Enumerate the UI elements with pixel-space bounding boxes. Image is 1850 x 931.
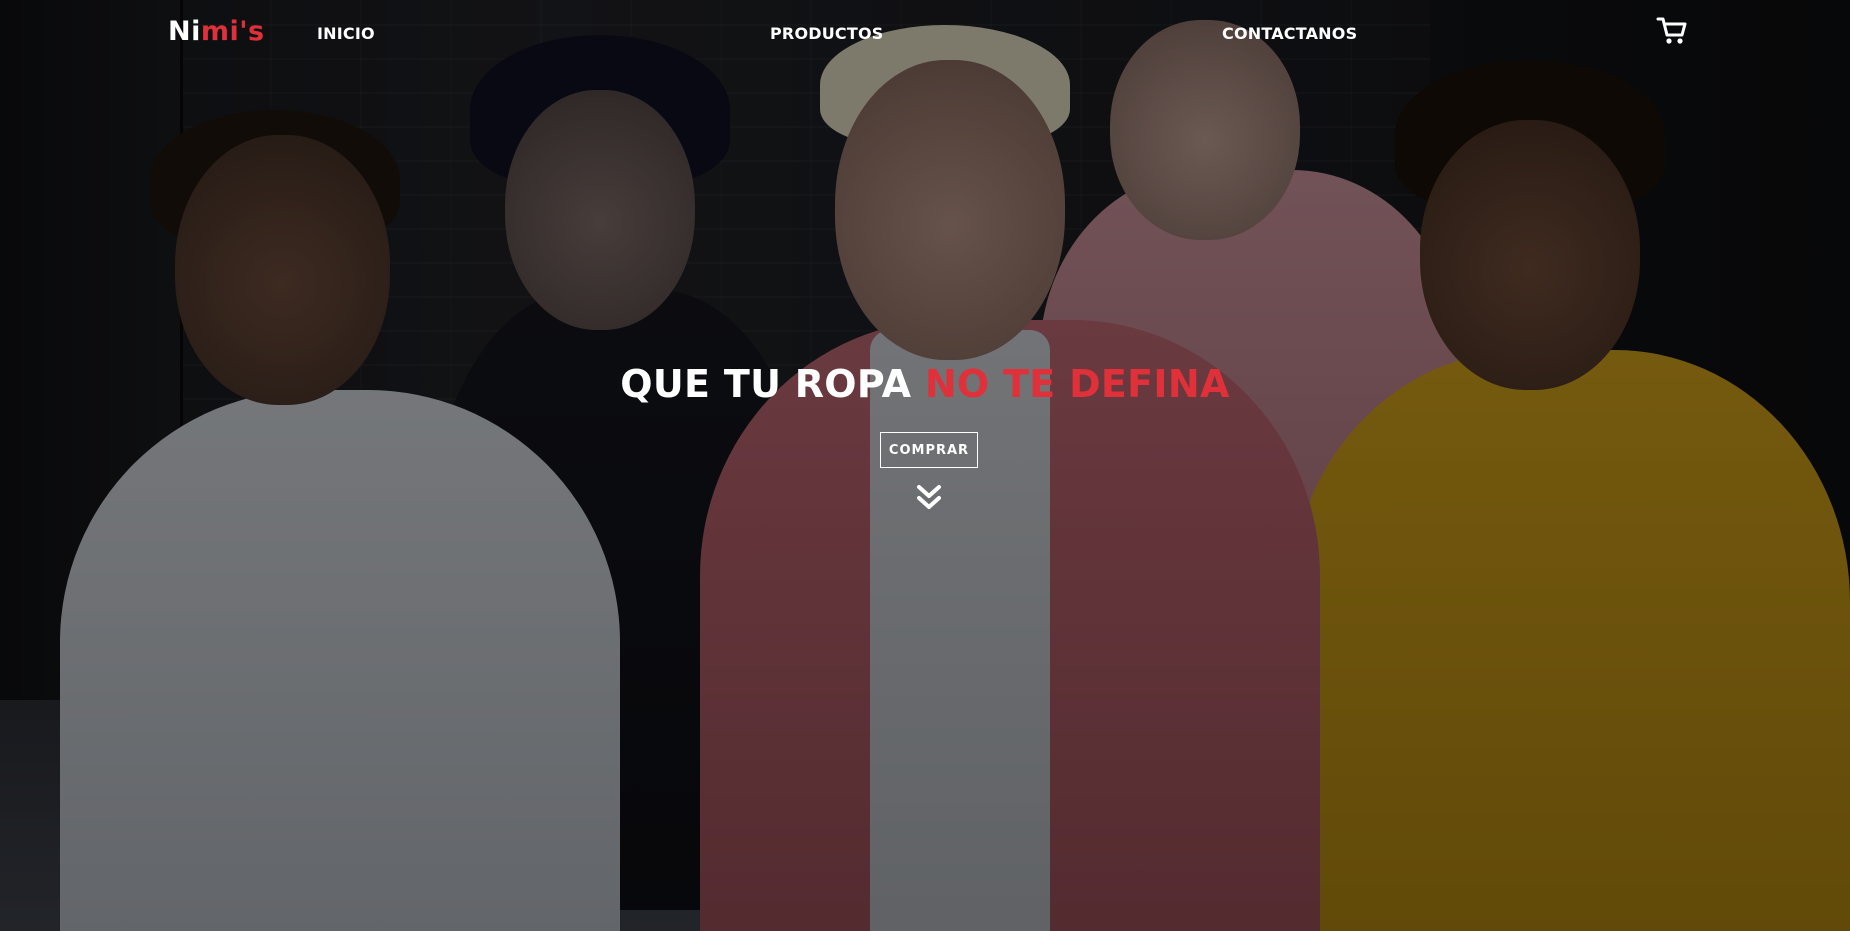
brand-logo[interactable]: Nimi's <box>168 16 265 47</box>
logo-main-text: Ni <box>168 16 201 47</box>
comprar-button[interactable]: COMPRAR <box>880 432 978 468</box>
nav-link-inicio[interactable]: INICIO <box>317 24 375 43</box>
top-navbar: Nimi's INICIO PRODUCTOS CONTACTANOS <box>0 0 1850 70</box>
double-chevron-down-icon-graphic <box>917 485 941 509</box>
double-chevron-down-icon[interactable] <box>916 484 942 512</box>
nav-link-contactanos[interactable]: CONTACTANOS <box>1222 24 1357 43</box>
shopping-cart-icon-graphic <box>1656 17 1687 44</box>
headline-accent: NO TE DEFINA <box>924 362 1230 406</box>
logo-accent-text: mi's <box>200 16 265 47</box>
headline-main: QUE TU ROPA <box>620 362 925 406</box>
nav-link-productos[interactable]: PRODUCTOS <box>770 24 884 43</box>
hero-headline: QUE TU ROPA NO TE DEFINA <box>0 362 1850 406</box>
shopping-cart-icon[interactable] <box>1656 16 1688 46</box>
hero-section: Nimi's INICIO PRODUCTOS CONTACTANOS QUE … <box>0 0 1850 931</box>
